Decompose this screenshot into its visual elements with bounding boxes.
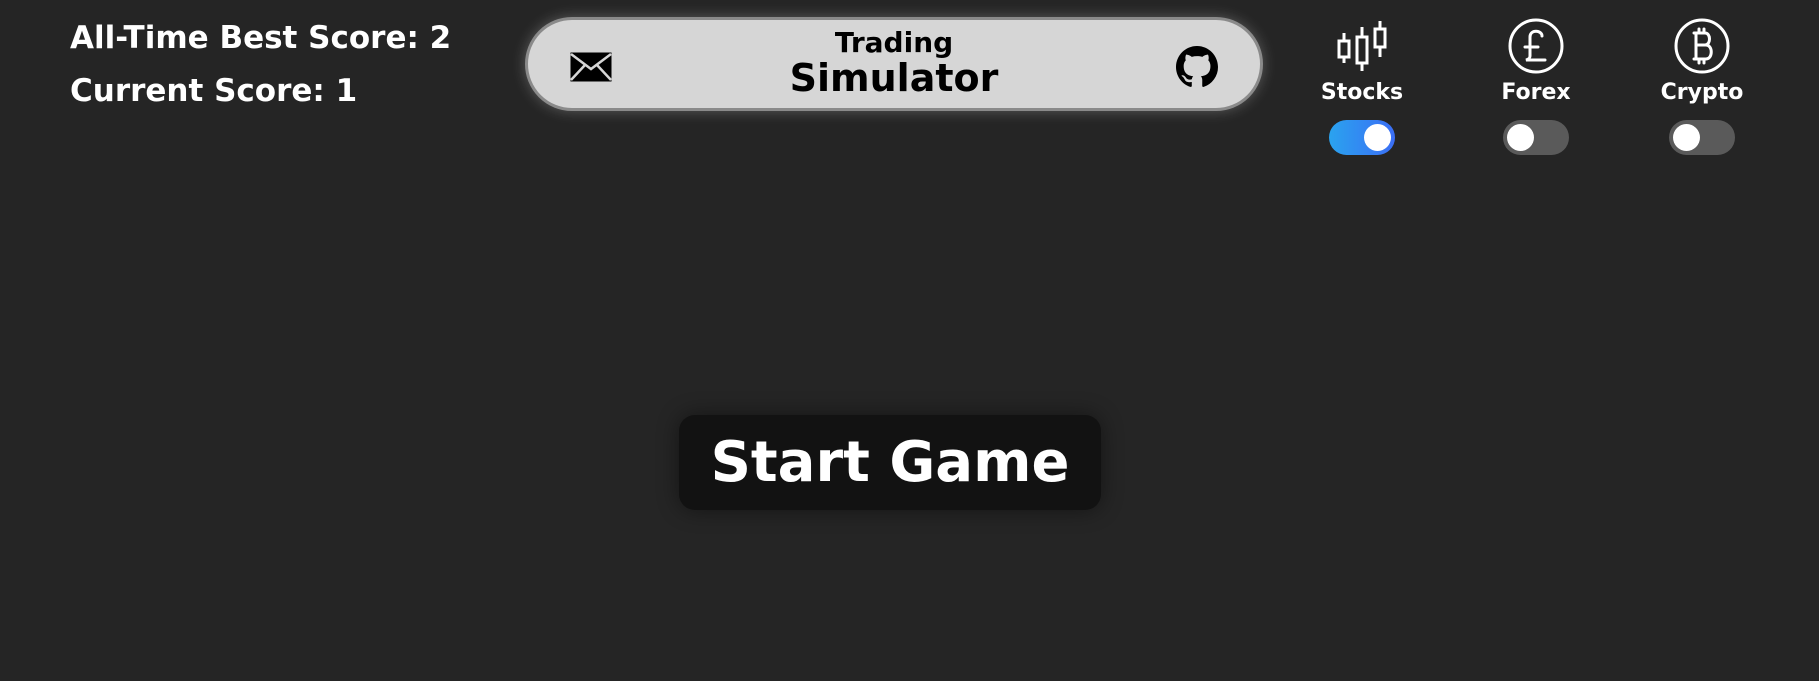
market-forex: Forex	[1466, 16, 1606, 155]
title-line-1: Trading	[834, 26, 954, 59]
candlestick-icon	[1292, 16, 1432, 76]
start-game-label: Start Game	[710, 430, 1070, 495]
toggle-knob	[1364, 124, 1391, 151]
best-score: All-Time Best Score: 2	[70, 20, 452, 56]
current-score: Current Score: 1	[70, 73, 358, 109]
market-label-forex: Forex	[1501, 80, 1571, 105]
app-title: Trading Simulator	[528, 26, 1260, 100]
market-label-crypto: Crypto	[1660, 80, 1744, 105]
game-page: All-Time Best Score: 2 Current Score: 1 …	[0, 0, 1819, 681]
toggle-forex[interactable]	[1503, 120, 1569, 155]
market-stocks: Stocks	[1292, 16, 1432, 155]
title-line-2: Simulator	[789, 56, 999, 100]
toggle-knob	[1673, 124, 1700, 151]
toggle-crypto[interactable]	[1669, 120, 1735, 155]
toggle-stocks[interactable]	[1329, 120, 1395, 155]
bitcoin-icon	[1632, 16, 1772, 76]
github-icon[interactable]	[1174, 46, 1220, 87]
title-banner: Trading Simulator	[525, 17, 1263, 111]
market-label-stocks: Stocks	[1320, 80, 1404, 105]
score-panel: All-Time Best Score: 2 Current Score: 1	[70, 18, 451, 124]
toggle-knob	[1507, 124, 1534, 151]
pound-icon	[1466, 16, 1606, 76]
market-crypto: Crypto	[1632, 16, 1772, 155]
start-game-button[interactable]: Start Game	[679, 415, 1101, 510]
